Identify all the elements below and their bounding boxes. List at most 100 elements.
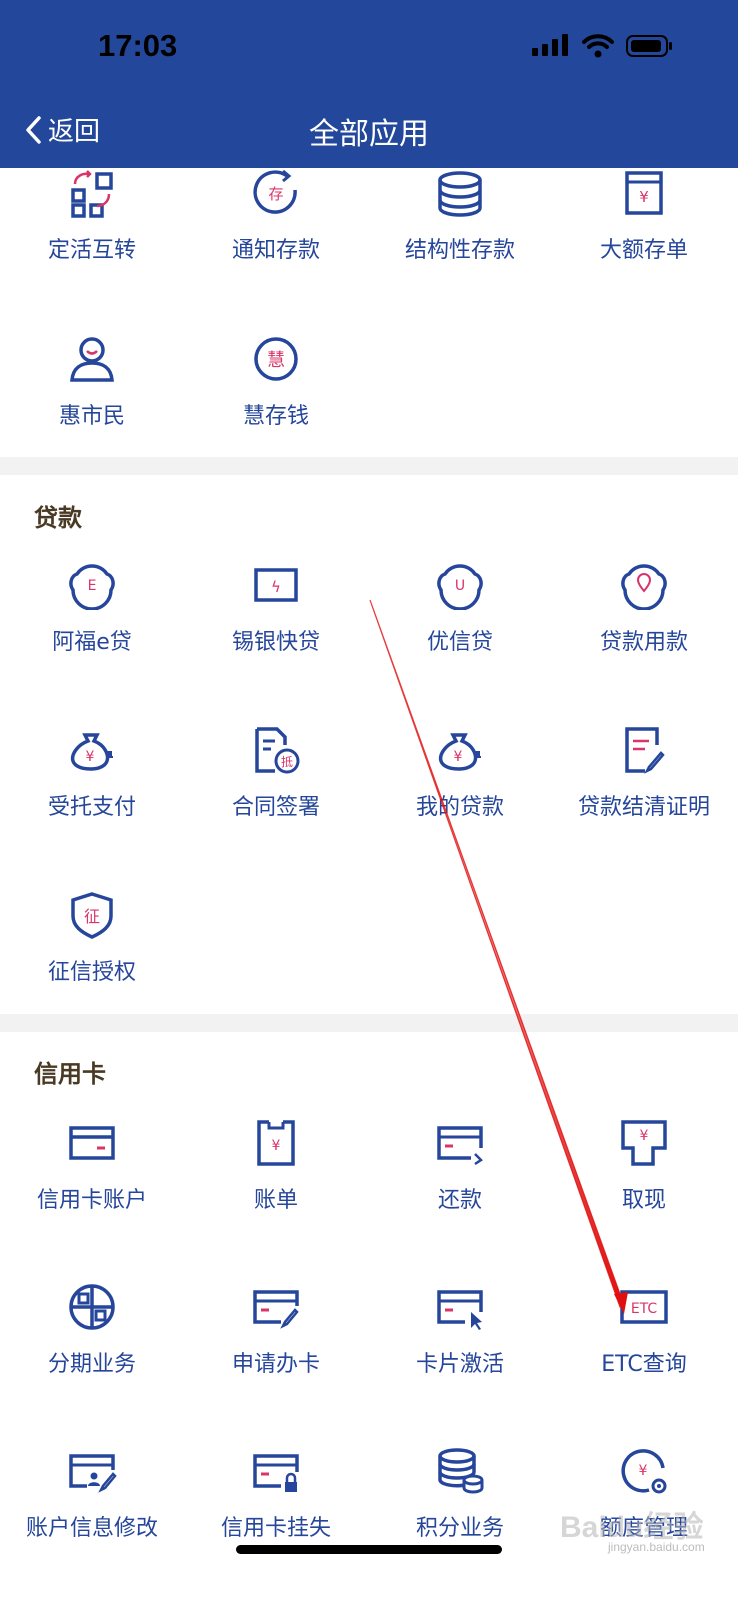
wifi-icon — [582, 34, 614, 58]
app-label: 申请办卡 — [231, 1352, 320, 1377]
app-item-hui-cunqian[interactable]: 慧 慧存钱 — [184, 334, 368, 474]
hui-icon: 慧 — [254, 337, 298, 381]
document-edit-icon — [625, 727, 665, 774]
yuan-glyph: ¥ — [639, 188, 649, 206]
battery-icon — [626, 35, 672, 57]
person-icon — [70, 337, 114, 382]
app-item-xiyin-kuaidai[interactable]: ϟ 锡银快贷 — [184, 560, 368, 700]
page-title: 全部应用 — [309, 117, 429, 152]
lightning-card-icon: ϟ — [254, 568, 298, 602]
app-label: 取现 — [621, 1188, 666, 1213]
app-label: 优信贷 — [426, 630, 493, 655]
app-label: 受托支付 — [47, 795, 136, 820]
card-lock-icon — [253, 1454, 299, 1492]
limit-gear-icon: ¥ — [621, 1449, 667, 1494]
yuan-glyph: ¥ — [272, 1138, 281, 1154]
yuan-glyph: ¥ — [640, 1128, 649, 1144]
app-item-youxindai[interactable]: U 优信贷 — [368, 560, 552, 700]
app-item-installment[interactable]: 分期业务 — [0, 1282, 184, 1422]
app-item-notice-deposit[interactable]: 存 通知存款 — [184, 168, 368, 308]
section-divider — [0, 457, 738, 475]
app-item-credit-authorization[interactable]: 征 征信授权 — [0, 890, 184, 1030]
app-item-credit-card-account[interactable]: 信用卡账户 — [0, 1118, 184, 1258]
app-item-contract-sign[interactable]: 抵 合同签署 — [184, 725, 368, 865]
app-item-afu-edai[interactable]: E 阿福e贷 — [0, 560, 184, 700]
app-label: 通知存款 — [231, 238, 320, 263]
watermark-url: jingyan.baidu.com — [608, 1540, 705, 1554]
notice-deposit-icon: 存 — [253, 169, 297, 214]
face-pin-icon — [621, 564, 667, 610]
app-item-account-info-edit[interactable]: 账户信息修改 — [0, 1446, 184, 1586]
app-item-entrusted-payment[interactable]: ¥ 受托支付 — [0, 725, 184, 865]
card-icon — [69, 1126, 115, 1160]
face-e-icon: E — [69, 564, 115, 610]
app-item-large-cd[interactable]: ¥ 大额存单 — [552, 168, 736, 308]
app-label: 账单 — [253, 1188, 298, 1213]
app-item-loan-use[interactable]: 贷款用款 — [552, 560, 736, 700]
app-list[interactable]: 定活互转 存 通知存款 结构性存款 ¥ 大额存单 惠市民 慧 慧存钱 贷款 E … — [0, 168, 738, 1600]
shield-icon: 征 — [71, 892, 113, 939]
yuan-glyph: ¥ — [639, 1463, 648, 1479]
app-label: 征信授权 — [47, 960, 136, 985]
app-item-bill[interactable]: ¥ 账单 — [184, 1118, 368, 1258]
transfer-icon — [71, 170, 113, 218]
app-item-dinghuo-transfer[interactable]: 定活互转 — [0, 168, 184, 308]
app-item-hui-shimin[interactable]: 惠市民 — [0, 334, 184, 474]
section-title-credit-card: 信用卡 — [34, 1060, 106, 1088]
etc-icon: ETC — [620, 1290, 668, 1324]
section-title-loan: 贷款 — [34, 504, 82, 532]
card-activate-icon — [437, 1290, 483, 1330]
navigation-bar: 返回 全部应用 — [0, 95, 738, 168]
notice-glyph: 存 — [268, 185, 283, 203]
yuan-glyph: ¥ — [454, 749, 463, 765]
app-item-my-loans[interactable]: ¥ 我的贷款 — [368, 725, 552, 865]
contract-icon: 抵 — [255, 727, 300, 774]
app-label: 合同签署 — [231, 795, 320, 820]
money-bag-icon: ¥ — [438, 733, 481, 771]
app-label: 慧存钱 — [242, 404, 309, 429]
app-item-card-activation[interactable]: 卡片激活 — [368, 1282, 552, 1422]
app-item-cash-withdrawal[interactable]: ¥ 取现 — [552, 1118, 736, 1258]
lightning-glyph: ϟ — [271, 578, 281, 596]
status-time: 17:03 — [98, 28, 178, 63]
app-label: 卡片激活 — [415, 1352, 504, 1377]
u-glyph: U — [455, 578, 465, 594]
app-label: 我的贷款 — [415, 795, 504, 820]
app-label: 惠市民 — [58, 404, 125, 429]
app-label: 信用卡账户 — [36, 1188, 147, 1213]
card-user-edit-icon — [69, 1454, 117, 1493]
coins-stack-icon — [438, 1448, 484, 1494]
app-item-repayment[interactable]: 还款 — [368, 1118, 552, 1258]
signal-icon — [532, 34, 568, 56]
app-item-points[interactable]: 积分业务 — [368, 1446, 552, 1586]
app-item-etc-query[interactable]: ETC ETC查询 — [552, 1282, 736, 1422]
zheng-glyph: 征 — [84, 907, 100, 926]
installment-icon — [69, 1284, 115, 1330]
app-label: 积分业务 — [415, 1516, 504, 1541]
app-item-card-report-loss[interactable]: 信用卡挂失 — [184, 1446, 368, 1586]
app-label: 大额存单 — [599, 238, 688, 263]
app-label: 结构性存款 — [404, 238, 515, 263]
etc-glyph: ETC — [631, 1301, 658, 1317]
app-label: ETC查询 — [601, 1352, 687, 1377]
bill-icon: ¥ — [257, 1120, 295, 1166]
app-label: 信用卡挂失 — [220, 1516, 331, 1541]
app-label: 阿福e贷 — [52, 630, 132, 655]
section-divider — [0, 1014, 738, 1032]
cash-icon: ¥ — [621, 1120, 667, 1166]
e-glyph: E — [88, 578, 97, 594]
money-bag-icon: ¥ — [70, 733, 113, 771]
app-label: 定活互转 — [47, 238, 136, 263]
face-u-icon: U — [437, 564, 483, 610]
app-label: 账户信息修改 — [25, 1516, 158, 1541]
certificate-icon: ¥ — [625, 171, 663, 215]
app-label: 贷款结清证明 — [577, 795, 710, 820]
coins-stack-icon — [438, 171, 482, 217]
home-indicator[interactable] — [236, 1545, 502, 1554]
di-glyph: 抵 — [281, 755, 293, 769]
app-item-apply-card[interactable]: 申请办卡 — [184, 1282, 368, 1422]
app-item-structured-deposit[interactable]: 结构性存款 — [368, 168, 552, 308]
card-apply-icon — [253, 1290, 299, 1329]
app-item-loan-settlement-proof[interactable]: 贷款结清证明 — [552, 725, 736, 865]
hui-glyph: 慧 — [267, 350, 285, 371]
